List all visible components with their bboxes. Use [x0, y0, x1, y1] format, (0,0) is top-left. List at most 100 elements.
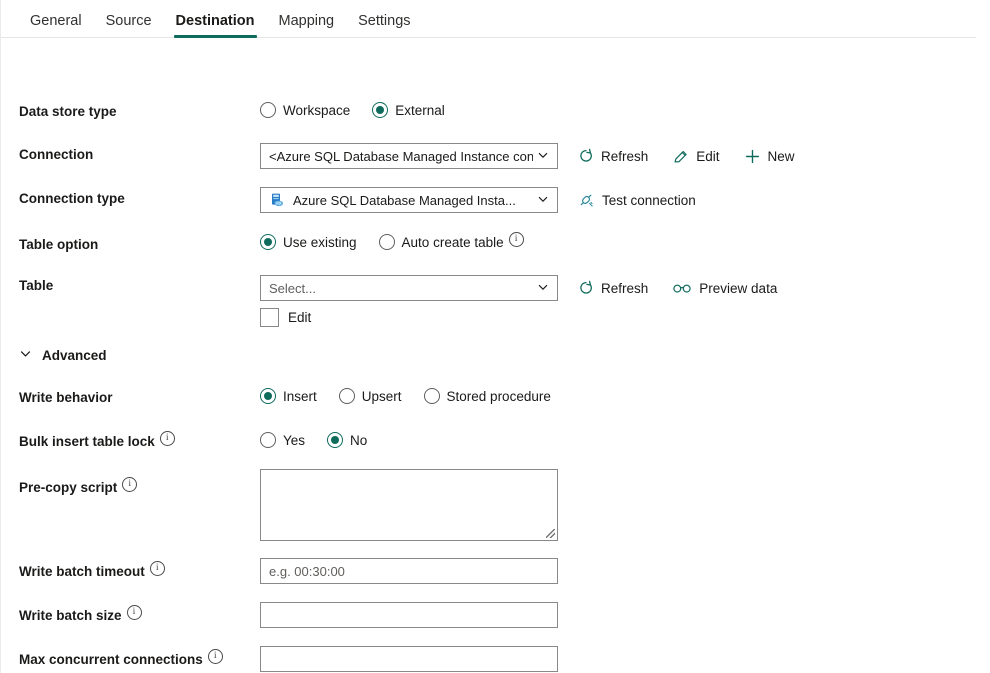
tab-destination[interactable]: Destination — [164, 13, 267, 39]
new-connection-button[interactable]: New — [744, 148, 795, 165]
connection-commands: Refresh Edit New — [577, 148, 795, 165]
radio-label: Workspace — [283, 102, 351, 118]
glasses-icon — [672, 281, 692, 295]
radio-use-existing[interactable]: Use existing — [260, 234, 357, 250]
connection-dropdown-value: <Azure SQL Database Managed Instance con… — [269, 148, 533, 164]
advanced-section-toggle[interactable]: Advanced — [19, 347, 107, 363]
write-behavior-radio-group: Insert Upsert Stored procedure — [260, 388, 551, 404]
test-connection-button[interactable]: Test connection — [577, 191, 696, 209]
tab-strip: General Source Destination Mapping Setti… — [1, 0, 990, 38]
radio-label: Insert — [283, 388, 317, 404]
bulk-insert-table-lock-radio-group: Yes No — [260, 432, 367, 448]
radio-indicator — [260, 102, 276, 118]
radio-indicator — [423, 388, 440, 404]
max-concurrent-connections-label: Max concurrent connections — [19, 649, 223, 667]
tab-settings[interactable]: Settings — [346, 13, 422, 39]
radio-label: Yes — [283, 432, 306, 448]
chevron-down-icon — [537, 193, 549, 208]
advanced-section-label: Advanced — [42, 347, 107, 363]
radio-stored-procedure[interactable]: Stored procedure — [423, 388, 551, 404]
connection-row: <Azure SQL Database Managed Instance con… — [260, 143, 795, 169]
pre-copy-script-textarea[interactable] — [260, 469, 558, 541]
tab-mapping[interactable]: Mapping — [267, 13, 347, 39]
refresh-connection-label: Refresh — [601, 148, 649, 164]
radio-bulk-lock-no[interactable]: No — [327, 432, 367, 448]
table-label: Table — [19, 278, 54, 293]
connection-dropdown[interactable]: <Azure SQL Database Managed Instance con… — [260, 143, 558, 169]
radio-upsert[interactable]: Upsert — [338, 388, 402, 404]
radio-external[interactable]: External — [372, 102, 445, 118]
connection-type-commands: Test connection — [577, 191, 696, 209]
radio-indicator — [338, 388, 355, 404]
preview-data-label: Preview data — [699, 280, 778, 296]
radio-label: External — [395, 102, 445, 118]
svg-text:SQL: SQL — [276, 201, 283, 205]
sql-database-icon: SQL — [269, 192, 285, 208]
chevron-down-icon — [537, 149, 549, 164]
radio-workspace[interactable]: Workspace — [260, 102, 350, 118]
radio-bulk-lock-yes[interactable]: Yes — [260, 432, 305, 448]
refresh-icon — [577, 280, 594, 297]
table-row: Select... Refresh Preview data — [260, 275, 777, 301]
edit-connection-button[interactable]: Edit — [672, 148, 720, 165]
pre-copy-script-row — [260, 469, 558, 541]
bulk-insert-table-lock-label: Bulk insert table lock — [19, 431, 175, 449]
checkbox-indicator — [260, 308, 279, 327]
info-icon[interactable] — [126, 605, 142, 620]
table-dropdown[interactable]: Select... — [260, 275, 558, 301]
max-concurrent-connections-input[interactable] — [260, 646, 558, 672]
info-icon[interactable] — [207, 649, 223, 664]
refresh-connection-button[interactable]: Refresh — [577, 148, 648, 165]
write-batch-size-row — [260, 602, 558, 628]
radio-auto-create-table[interactable]: Auto create table — [378, 231, 524, 250]
refresh-table-label: Refresh — [601, 280, 649, 296]
info-icon[interactable] — [149, 561, 165, 576]
data-store-type-label: Data store type — [19, 104, 117, 119]
connection-type-label: Connection type — [19, 191, 125, 206]
data-store-type-radio-group: Workspace External — [260, 102, 445, 118]
radio-indicator — [260, 432, 276, 448]
radio-indicator-selected — [260, 388, 276, 404]
radio-label: Auto create table — [401, 234, 504, 250]
pencil-icon — [672, 148, 689, 165]
table-commands: Refresh Preview data — [577, 280, 777, 297]
refresh-table-button[interactable]: Refresh — [577, 280, 648, 297]
radio-label: Upsert — [361, 388, 402, 404]
connection-type-row: SQL Azure SQL Database Managed Insta... — [260, 187, 696, 213]
table-option-label: Table option — [19, 237, 99, 252]
pre-copy-script-label: Pre-copy script — [19, 477, 138, 495]
write-batch-timeout-placeholder: e.g. 00:30:00 — [269, 563, 345, 579]
preview-data-button[interactable]: Preview data — [672, 281, 777, 296]
table-edit-checkbox-label: Edit — [288, 310, 312, 325]
radio-label: Stored procedure — [446, 388, 551, 404]
tab-general[interactable]: General — [18, 13, 94, 39]
radio-indicator — [378, 234, 395, 250]
table-edit-checkbox[interactable]: Edit — [260, 308, 311, 327]
chevron-down-icon — [19, 347, 32, 363]
write-batch-timeout-row: e.g. 00:30:00 — [260, 558, 558, 584]
test-connection-label: Test connection — [602, 192, 696, 208]
write-batch-timeout-input[interactable]: e.g. 00:30:00 — [260, 558, 558, 584]
radio-label: No — [350, 432, 368, 448]
tab-source[interactable]: Source — [94, 13, 164, 39]
radio-indicator-selected — [260, 234, 276, 250]
info-icon[interactable] — [508, 231, 524, 247]
radio-indicator-selected — [327, 432, 344, 448]
write-batch-size-label: Write batch size — [19, 605, 142, 623]
info-icon[interactable] — [159, 431, 175, 446]
connection-type-dropdown[interactable]: SQL Azure SQL Database Managed Insta... — [260, 187, 558, 213]
radio-insert[interactable]: Insert — [260, 388, 317, 404]
destination-settings-panel: General Source Destination Mapping Setti… — [0, 0, 990, 673]
table-option-radio-group: Use existing Auto create table — [260, 231, 524, 250]
plus-icon — [744, 148, 761, 165]
plug-icon — [577, 191, 595, 209]
table-edit-checkbox-row: Edit — [260, 308, 311, 327]
info-icon[interactable] — [122, 477, 138, 492]
write-batch-timeout-label: Write batch timeout — [19, 561, 165, 579]
write-behavior-label: Write behavior — [19, 390, 113, 405]
write-batch-size-input[interactable] — [260, 602, 558, 628]
destination-form: Data store type Workspace External Conne… — [1, 38, 990, 672]
new-connection-label: New — [767, 148, 795, 164]
radio-indicator-selected — [372, 102, 389, 118]
edit-connection-label: Edit — [696, 148, 720, 164]
